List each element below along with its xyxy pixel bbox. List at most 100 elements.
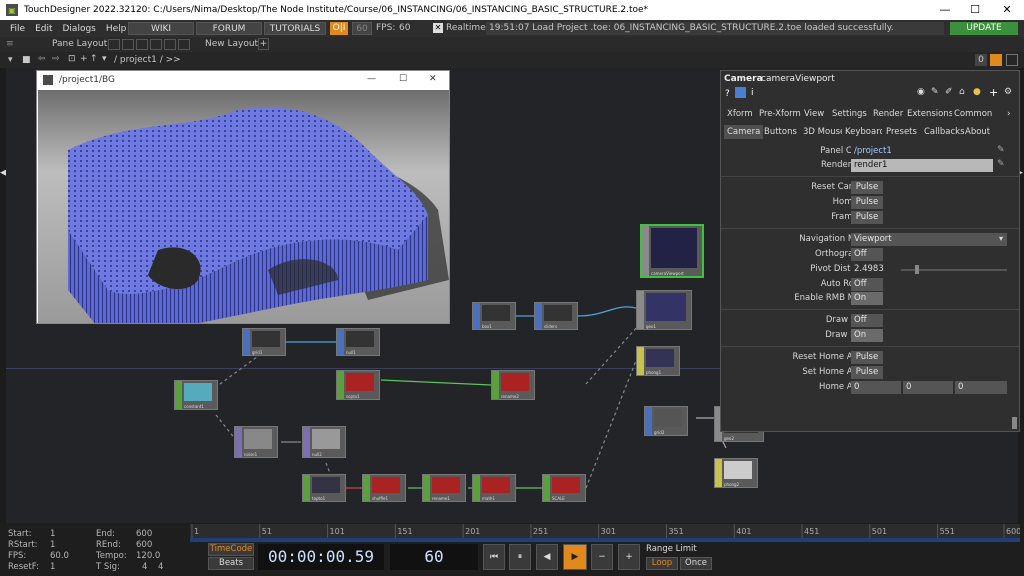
rstart-value[interactable]: 1 [50,540,55,550]
node-null2[interactable]: null2 [302,426,346,458]
viewer-minimize-button[interactable]: — [367,74,376,84]
storage-icon[interactable]: ◉ [917,87,925,97]
param-op-name[interactable]: cameraViewport [761,74,835,84]
viewer-titlebar[interactable]: /project1/BG — ☐ ✕ [37,71,449,89]
timeline-range-bar[interactable] [190,538,1020,542]
home-angle-z-field[interactable]: 0 [955,381,1007,394]
wiki-button[interactable]: WIKI [128,22,194,35]
tab-xform[interactable]: Xform [724,107,756,121]
node-grid1[interactable]: grid1 [242,328,286,356]
viewer-window[interactable]: /project1/BG — ☐ ✕ [36,70,450,324]
draw-axes-toggle[interactable]: Off [851,314,883,327]
home-icon[interactable]: ⊡ [68,54,76,64]
menu-edit[interactable]: Edit [35,24,52,34]
tab-render[interactable]: Render [870,107,906,121]
step-back-button[interactable]: ◀ [536,544,558,570]
layout-single-icon[interactable] [108,39,120,50]
end-value[interactable]: 600 [136,529,152,539]
navigation-mode-dropdown[interactable]: Viewport [851,233,1007,246]
pane-menu-icon[interactable]: ≡ [6,39,14,49]
up-level-icon[interactable]: ↑ [90,54,98,64]
navigation-mode-chevron-icon[interactable]: ▾ [999,234,1003,243]
set-home-angle-pulse-button[interactable]: Pulse [851,366,883,379]
close-button[interactable]: ✕ [992,0,1022,20]
tab-callbacks[interactable]: Callbacks [921,125,968,139]
node-constant1[interactable]: constant1 [174,380,218,410]
dropdown-icon[interactable]: ▾ [102,54,107,64]
node-null1[interactable]: null1 [336,328,380,356]
pane-index[interactable]: 0 [975,54,987,66]
node-sliders[interactable]: sliders [534,302,578,330]
pane-maximize-icon[interactable] [1006,54,1018,66]
home-angle-x-field[interactable]: 0 [851,381,901,394]
tab-common[interactable]: Common [951,107,995,121]
tab-view[interactable]: View [801,107,827,121]
step-plus-button[interactable]: + [618,544,640,570]
panel-comp-picker-icon[interactable]: ✎ [997,145,1005,155]
tempo-value[interactable]: 120.0 [136,551,160,561]
network-path[interactable]: / project1 / >> [114,55,181,65]
python-logo-icon[interactable]: ● [973,87,981,97]
param-scrollbar[interactable] [1012,417,1017,429]
render-output[interactable] [38,90,449,323]
render-top-picker-icon[interactable]: ✎ [997,159,1005,169]
pivot-distance-field[interactable]: 2.4983 [851,263,899,276]
tab-about[interactable]: About [962,125,993,139]
back-icon[interactable]: ⇦ [38,54,46,64]
node-rename1[interactable]: rename1 [422,474,466,502]
reset-camera-pulse-button[interactable]: Pulse [851,181,883,194]
forward-icon[interactable]: ⇨ [52,54,60,64]
tsig-numerator[interactable]: 4 [142,562,147,572]
node-phong2[interactable]: phong2 [714,458,758,488]
python-icon[interactable] [735,87,746,98]
rewind-button[interactable]: ⏮ [483,544,505,570]
current-frame-display[interactable]: 60 [390,544,478,570]
forum-button[interactable]: FORUM [196,22,262,35]
auto-rotate-toggle[interactable]: Off [851,278,883,291]
current-time-display[interactable]: 00:00:00.59 [258,544,384,570]
viewer-close-button[interactable]: ✕ [429,74,437,84]
home-all-pulse-button[interactable]: Pulse [851,196,883,209]
resetf-value[interactable]: 1 [50,562,55,572]
tab-keyboard[interactable]: Keyboard [842,125,882,139]
start-value[interactable]: 1 [50,529,55,539]
pane-split-icon[interactable] [990,54,1002,66]
render-top-field[interactable]: render1 [851,159,993,172]
layout-split-v-icon[interactable] [136,39,148,50]
home-angle-y-field[interactable]: 0 [903,381,953,394]
edit-icon[interactable]: ✎ [931,87,939,97]
pane-type-dropdown-icon[interactable]: ▾ [8,55,13,65]
menu-file[interactable]: File [10,24,25,34]
pivot-distance-slider-handle[interactable] [915,265,919,274]
minimize-button[interactable]: — [930,0,960,20]
parameter-panel[interactable]: Camera cameraViewport ? i ◉ ✎ ✐ ⌂ ● + ⚙ … [720,70,1020,432]
timecode-toggle[interactable]: TimeCode [208,543,254,556]
help-icon[interactable]: ? [725,89,730,99]
layout-triple-icon[interactable] [164,39,176,50]
add-param-icon[interactable]: + [989,86,998,99]
tab-extensions[interactable]: Extensions [904,107,952,121]
layout-custom-icon[interactable] [178,39,190,50]
add-icon[interactable]: + [80,54,88,64]
timeline-ruler[interactable]: 1 51 101 151 201 251 301 351 401 451 501 551 600 [190,524,1021,538]
enable-rmb-menu-toggle[interactable]: On [851,292,883,305]
fps-value[interactable]: 60.0 [50,551,69,561]
tab-pre-xform[interactable]: Pre-Xform [756,107,804,121]
layout-quad-icon[interactable] [150,39,162,50]
rend-value[interactable]: 600 [136,540,152,550]
maximize-button[interactable]: ☐ [960,0,990,20]
reset-home-angle-pulse-button[interactable]: Pulse [851,351,883,364]
node-camera-viewport[interactable]: cameraViewport [640,224,704,278]
orthographic-toggle[interactable]: Off [851,248,883,261]
tab-camera[interactable]: Camera [724,125,764,139]
add-layout-button[interactable]: + [258,38,269,50]
viewer-maximize-button[interactable]: ☐ [399,74,407,84]
node-geo1[interactable]: geo1 [636,290,692,330]
tutorials-button[interactable]: TUTORIALS [264,22,326,35]
tabs-scroll-right-icon[interactable]: › [1007,109,1011,119]
performance-badge[interactable]: O|I [330,22,348,35]
tab-presets[interactable]: Presets [883,125,920,139]
node-shuffle1[interactable]: shuffle1 [362,474,406,502]
node-noise1[interactable]: noise1 [234,426,278,458]
pause-button[interactable]: ⏸ [509,544,531,570]
